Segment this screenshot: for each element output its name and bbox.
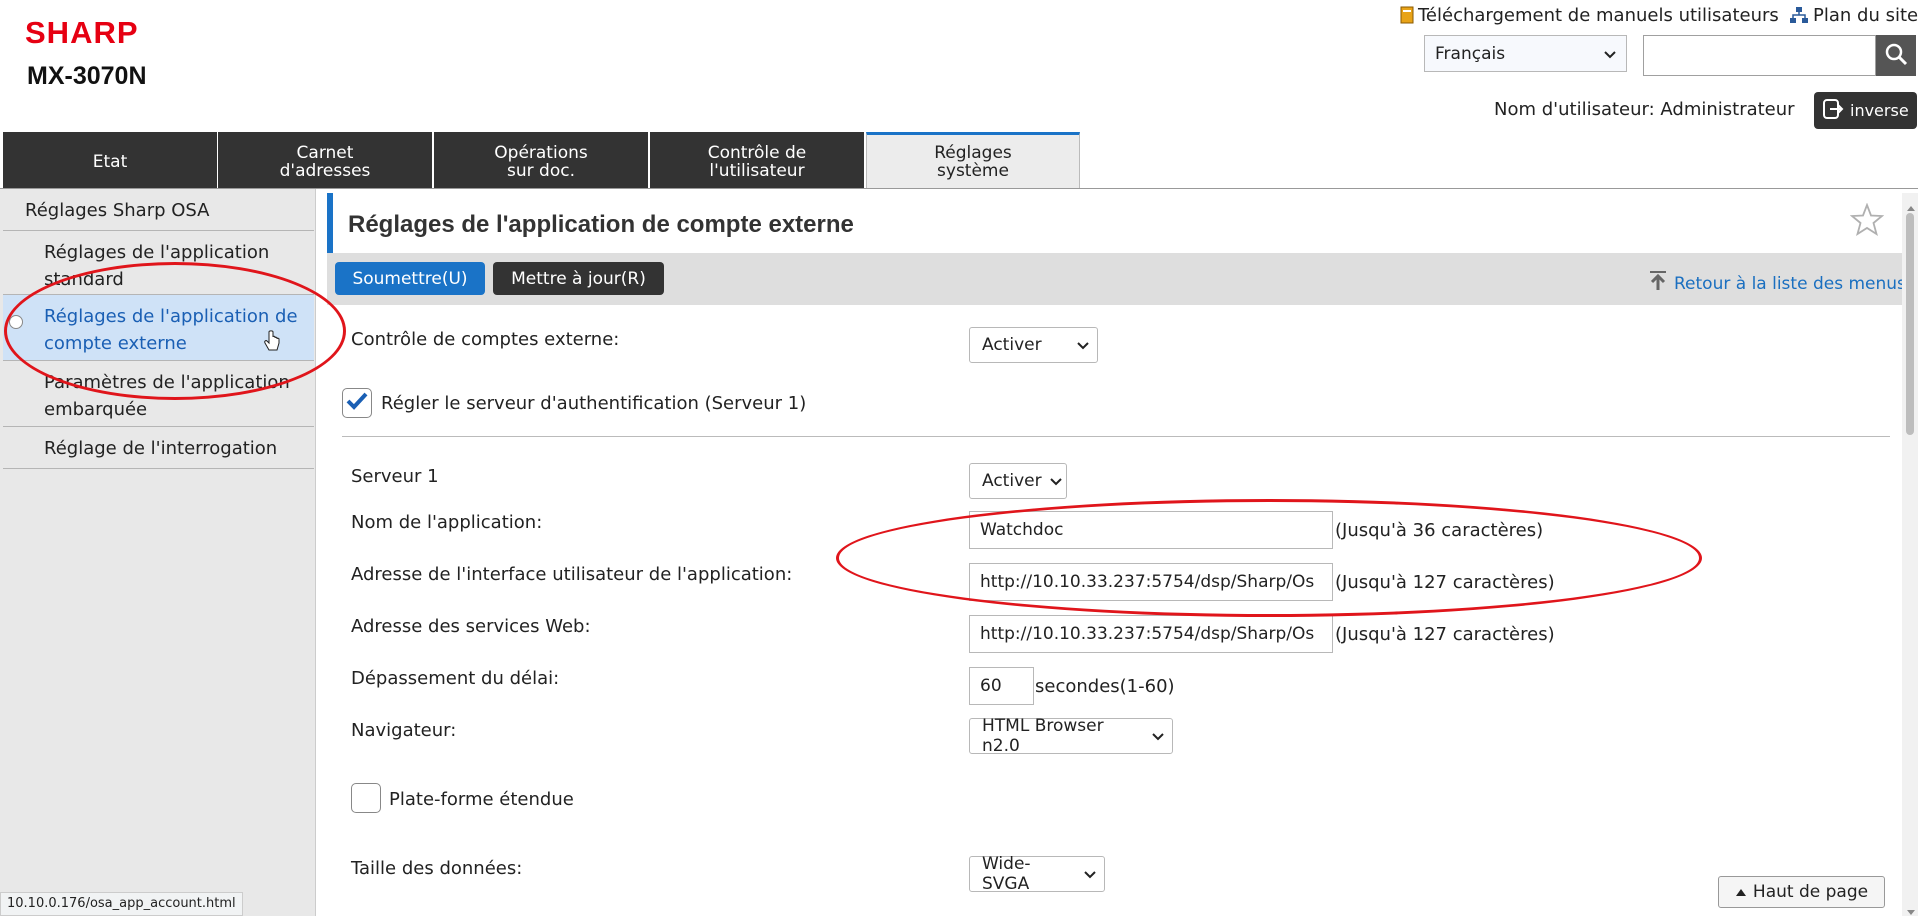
timeout-unit: secondes(1-60) xyxy=(1035,676,1175,697)
chevron-down-icon xyxy=(1604,44,1616,64)
external-control-value: Activer xyxy=(982,335,1042,355)
ws-address-hint: (Jusqu'à 127 caractères) xyxy=(1335,624,1555,645)
auth-server-label: Régler le serveur d'authentification (Se… xyxy=(381,393,807,414)
tab-address-book[interactable]: Carnet d'adresses xyxy=(218,132,432,188)
manual-download-label: Téléchargement de manuels utilisateurs xyxy=(1418,5,1779,26)
star-icon[interactable] xyxy=(1849,202,1885,241)
active-bullet-icon xyxy=(9,315,23,329)
search-input[interactable] xyxy=(1643,35,1876,76)
hand-cursor-icon xyxy=(263,330,281,358)
back-to-menu-label: Retour à la liste des menus xyxy=(1674,273,1906,294)
chevron-down-icon xyxy=(1152,726,1164,746)
sidebar-item-polling[interactable]: Réglage de l'interrogation xyxy=(3,427,314,469)
user-info: Nom d'utilisateur: Administrateur xyxy=(1494,99,1795,120)
sitemap-link[interactable]: Plan du site xyxy=(1789,5,1918,29)
logout-label: inverse xyxy=(1850,101,1909,120)
back-arrow-icon xyxy=(1648,270,1668,297)
auth-server-checkbox[interactable] xyxy=(342,388,372,418)
logout-icon xyxy=(1822,98,1844,124)
back-to-top-label: Haut de page xyxy=(1752,882,1869,902)
ws-address-input[interactable]: http://10.10.33.237:5754/dsp/Sharp/Os xyxy=(969,615,1333,653)
checkmark-icon xyxy=(346,391,368,415)
tab-user-control[interactable]: Contrôle de l'utilisateur xyxy=(650,132,864,188)
external-control-label: Contrôle de comptes externe: xyxy=(351,329,620,350)
chevron-down-icon xyxy=(1084,864,1096,884)
back-to-menu-link[interactable]: Retour à la liste des menus xyxy=(1648,270,1906,297)
app-name-input[interactable]: Watchdoc xyxy=(969,511,1333,549)
data-size-select[interactable]: Wide-SVGA xyxy=(969,854,1105,894)
ui-address-label: Adresse de l'interface utilisateur de l'… xyxy=(351,564,793,585)
scroll-up-icon[interactable] xyxy=(1906,197,1916,216)
tab-system-settings[interactable]: Réglages système xyxy=(866,132,1080,188)
browser-label: Navigateur: xyxy=(351,720,457,741)
brand-logo: SHARP xyxy=(25,15,139,50)
manual-download-link[interactable]: Téléchargement de manuels utilisateurs xyxy=(1400,5,1779,29)
data-size-value: Wide-SVGA xyxy=(982,854,1031,894)
timeout-label: Dépassement du délai: xyxy=(351,668,560,689)
server1-value: Activer xyxy=(982,471,1042,491)
status-bar-url: 10.10.0.176/osa_app_account.html xyxy=(0,892,243,916)
sidebar: Réglages Sharp OSA Réglages de l'applica… xyxy=(0,189,316,916)
server1-label: Serveur 1 xyxy=(351,466,439,487)
chevron-down-icon xyxy=(1077,335,1089,355)
extended-platform-checkbox[interactable] xyxy=(351,783,381,813)
chevron-down-icon xyxy=(1049,471,1062,491)
ui-address-input[interactable]: http://10.10.33.237:5754/dsp/Sharp/Os xyxy=(969,563,1333,601)
sitemap-label: Plan du site xyxy=(1813,5,1918,26)
model-name: MX-3070N xyxy=(27,62,147,90)
server1-select[interactable]: Activer xyxy=(969,463,1067,499)
app-name-label: Nom de l'application: xyxy=(351,512,543,533)
sidebar-header[interactable]: Réglages Sharp OSA xyxy=(3,189,314,231)
sidebar-item-embedded-app[interactable]: Paramètres de l'application embarquée xyxy=(3,361,314,427)
data-size-label: Taille des données: xyxy=(351,858,523,879)
scrollbar-thumb[interactable] xyxy=(1906,213,1914,435)
header: SHARP MX-3070N Téléchargement de manuels… xyxy=(0,0,1918,189)
submit-button[interactable]: Soumettre(U) xyxy=(335,262,485,295)
scroll-down-icon[interactable] xyxy=(1906,902,1916,921)
tab-etat[interactable]: Etat xyxy=(3,132,217,188)
ui-address-hint: (Jusqu'à 127 caractères) xyxy=(1335,572,1555,593)
search-icon xyxy=(1884,42,1908,70)
browser-value: HTML Browser n2.0 xyxy=(982,716,1104,756)
manual-book-icon xyxy=(1400,6,1414,29)
search-button[interactable] xyxy=(1876,35,1916,76)
section-divider xyxy=(342,436,1890,437)
app-name-hint: (Jusqu'à 36 caractères) xyxy=(1335,520,1544,541)
back-to-top-button[interactable]: Haut de page xyxy=(1718,876,1885,908)
browser-select[interactable]: HTML Browser n2.0 xyxy=(969,716,1173,756)
caret-up-icon xyxy=(1735,882,1747,902)
sidebar-item-label: Réglages de l'application de compte exte… xyxy=(44,306,298,354)
page-title: Réglages de l'application de compte exte… xyxy=(348,211,854,238)
ws-address-label: Adresse des services Web: xyxy=(351,616,591,637)
external-control-select[interactable]: Activer xyxy=(969,327,1098,363)
update-button[interactable]: Mettre à jour(R) xyxy=(493,262,664,295)
logout-button[interactable]: inverse xyxy=(1814,92,1917,129)
language-selected-value: Français xyxy=(1435,43,1506,64)
sidebar-item-standard-app[interactable]: Réglages de l'application standard xyxy=(3,231,314,295)
timeout-input[interactable]: 60 xyxy=(969,667,1034,705)
language-select[interactable]: Français xyxy=(1424,35,1627,72)
tab-document-operations[interactable]: Opérations sur doc. xyxy=(434,132,648,188)
extended-platform-label: Plate-forme étendue xyxy=(389,789,574,810)
sitemap-icon xyxy=(1789,6,1809,29)
